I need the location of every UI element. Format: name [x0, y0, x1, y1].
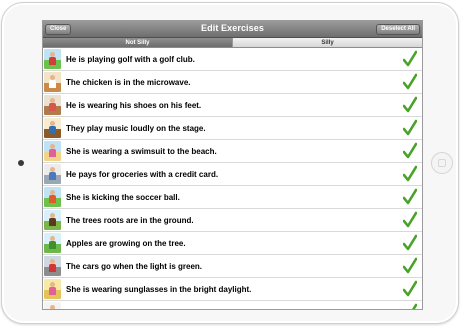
exercise-thumbnail [44, 95, 61, 115]
exercise-row[interactable]: The trees roots are in the ground. [43, 209, 422, 232]
checkmark-icon[interactable] [403, 142, 417, 160]
silly-segmented-control: Not Silly Silly [43, 38, 422, 48]
exercise-sentence: She is wearing sunglasses in the bright … [66, 284, 252, 294]
exercise-row[interactable]: She is wearing sunglasses in the bright … [43, 278, 422, 301]
checkmark-icon[interactable] [403, 119, 417, 137]
exercise-list: He is playing golf with a golf club. The … [43, 48, 422, 310]
navigation-bar: Close Edit Exercises Deselect All [43, 21, 422, 38]
tab-silly[interactable]: Silly [232, 38, 422, 47]
tab-not-silly[interactable]: Not Silly [43, 38, 232, 47]
camera-dot [18, 160, 24, 166]
exercise-sentence: The chicken is in the microwave. [66, 77, 191, 87]
checkmark-icon[interactable] [403, 188, 417, 206]
exercise-thumbnail [44, 118, 61, 138]
exercise-sentence: He is wearing his shoes on his feet. [66, 100, 202, 110]
exercise-row[interactable]: He is playing golf with a golf club. [43, 48, 422, 71]
exercise-thumbnail [44, 279, 61, 299]
checkmark-icon[interactable] [403, 165, 417, 183]
exercise-sentence: He is drawing a picture with a marker. [66, 308, 209, 310]
checkmark-icon[interactable] [403, 50, 417, 68]
exercise-row[interactable]: She is wearing a swimsuit to the beach. [43, 140, 422, 163]
deselect-all-button[interactable]: Deselect All [376, 24, 420, 35]
checkmark-icon[interactable] [403, 211, 417, 229]
app-screen: Close Edit Exercises Deselect All Not Si… [42, 20, 423, 310]
checkmark-icon[interactable] [403, 280, 417, 298]
page-title: Edit Exercises [201, 23, 264, 33]
checkmark-icon[interactable] [403, 234, 417, 252]
exercise-row[interactable]: Apples are growing on the tree. [43, 232, 422, 255]
exercise-row[interactable]: The cars go when the light is green. [43, 255, 422, 278]
checkmark-icon[interactable] [403, 96, 417, 114]
exercise-thumbnail [44, 164, 61, 184]
exercise-thumbnail [44, 187, 61, 207]
exercise-sentence: Apples are growing on the tree. [66, 238, 186, 248]
home-button[interactable] [431, 152, 453, 174]
exercise-sentence: They play music loudly on the stage. [66, 123, 206, 133]
exercise-row[interactable]: He is drawing a picture with a marker. [43, 301, 422, 310]
exercise-row[interactable]: The chicken is in the microwave. [43, 71, 422, 94]
exercise-sentence: He pays for groceries with a credit card… [66, 169, 219, 179]
checkmark-icon[interactable] [403, 73, 417, 91]
exercise-row[interactable]: They play music loudly on the stage. [43, 117, 422, 140]
exercise-thumbnail [44, 210, 61, 230]
exercise-thumbnail [44, 49, 61, 69]
exercise-thumbnail [44, 233, 61, 253]
exercise-row[interactable]: He is wearing his shoes on his feet. [43, 94, 422, 117]
home-square-icon [438, 159, 446, 167]
exercise-thumbnail [44, 256, 61, 276]
exercise-row[interactable]: She is kicking the soccer ball. [43, 186, 422, 209]
exercise-sentence: She is wearing a swimsuit to the beach. [66, 146, 217, 156]
exercise-sentence: He is playing golf with a golf club. [66, 54, 195, 64]
exercise-sentence: The cars go when the light is green. [66, 261, 203, 271]
exercise-sentence: She is kicking the soccer ball. [66, 192, 180, 202]
exercise-thumbnail [44, 72, 61, 92]
checkmark-icon[interactable] [403, 257, 417, 275]
exercise-row[interactable]: He pays for groceries with a credit card… [43, 163, 422, 186]
exercise-sentence: The trees roots are in the ground. [66, 215, 194, 225]
checkmark-icon[interactable] [403, 303, 417, 310]
exercise-thumbnail [44, 302, 61, 309]
tablet-frame: Close Edit Exercises Deselect All Not Si… [1, 2, 459, 324]
exercise-thumbnail [44, 141, 61, 161]
